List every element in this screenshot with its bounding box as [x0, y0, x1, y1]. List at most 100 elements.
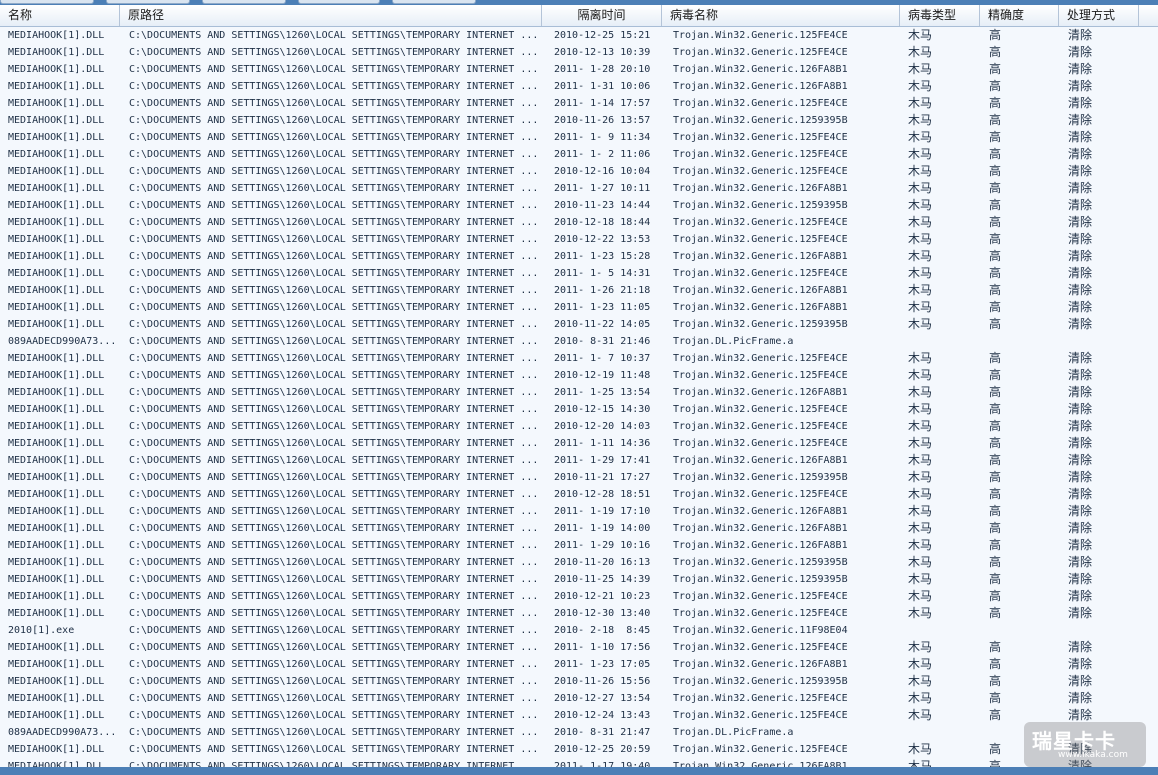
table-row[interactable]: MEDIAHOOK[1].DLL C:\DOCUMENTS AND SETTING…: [0, 605, 1158, 622]
cell-path: C:\DOCUMENTS AND SETTINGS\1260\LOCAL SET…: [129, 370, 539, 381]
cell-action: 清除: [1068, 589, 1093, 603]
table-row[interactable]: 089AADECD990A73... C:\DOCUMENTS AND SETTI…: [0, 333, 1158, 350]
cell-action: 清除: [1068, 198, 1093, 212]
cell-virus-name: Trojan.Win32.Generic.1259395B: [673, 200, 848, 211]
toolbar-button[interactable]: [202, 0, 286, 4]
table-row[interactable]: MEDIAHOOK[1].DLL C:\DOCUMENTS AND SETTING…: [0, 282, 1158, 299]
table-row[interactable]: MEDIAHOOK[1].DLL C:\DOCUMENTS AND SETTING…: [0, 27, 1158, 44]
table-row[interactable]: MEDIAHOOK[1].DLL C:\DOCUMENTS AND SETTING…: [0, 588, 1158, 605]
cell-name: MEDIAHOOK[1].DLL: [8, 438, 105, 449]
cell-name: MEDIAHOOK[1].DLL: [8, 234, 105, 245]
cell-time: 2011- 1-23 15:28: [554, 251, 651, 262]
cell-accuracy: 高: [989, 62, 1002, 76]
cell-accuracy: 高: [989, 147, 1002, 161]
table-row[interactable]: MEDIAHOOK[1].DLL C:\DOCUMENTS AND SETTING…: [0, 418, 1158, 435]
cell-virus-type: 木马: [908, 385, 933, 399]
column-header-type[interactable]: 病毒类型: [900, 5, 980, 26]
toolbar-button[interactable]: [392, 0, 476, 4]
table-row[interactable]: MEDIAHOOK[1].DLL C:\DOCUMENTS AND SETTING…: [0, 44, 1158, 61]
cell-path: C:\DOCUMENTS AND SETTINGS\1260\LOCAL SET…: [129, 166, 539, 177]
table-row[interactable]: MEDIAHOOK[1].DLL C:\DOCUMENTS AND SETTING…: [0, 367, 1158, 384]
cell-time: 2011- 1- 7 10:37: [554, 353, 651, 364]
table-row[interactable]: MEDIAHOOK[1].DLL C:\DOCUMENTS AND SETTING…: [0, 95, 1158, 112]
cell-time: 2011- 1-29 17:41: [554, 455, 651, 466]
cell-time: 2011- 1- 9 11:34: [554, 132, 651, 143]
cell-name: MEDIAHOOK[1].DLL: [8, 200, 105, 211]
cell-virus-type: 木马: [908, 317, 933, 331]
cell-accuracy: 高: [989, 572, 1002, 586]
table-row[interactable]: MEDIAHOOK[1].DLL C:\DOCUMENTS AND SETTING…: [0, 571, 1158, 588]
table-row[interactable]: MEDIAHOOK[1].DLL C:\DOCUMENTS AND SETTING…: [0, 146, 1158, 163]
table-row[interactable]: MEDIAHOOK[1].DLL C:\DOCUMENTS AND SETTING…: [0, 61, 1158, 78]
cell-path: C:\DOCUMENTS AND SETTINGS\1260\LOCAL SET…: [129, 251, 539, 262]
table-row[interactable]: MEDIAHOOK[1].DLL C:\DOCUMENTS AND SETTING…: [0, 741, 1158, 758]
cell-time: 2011- 1-28 20:10: [554, 64, 651, 75]
table-row[interactable]: MEDIAHOOK[1].DLL C:\DOCUMENTS AND SETTING…: [0, 316, 1158, 333]
table-row[interactable]: MEDIAHOOK[1].DLL C:\DOCUMENTS AND SETTING…: [0, 265, 1158, 282]
table-row[interactable]: MEDIAHOOK[1].DLL C:\DOCUMENTS AND SETTING…: [0, 214, 1158, 231]
table-row[interactable]: MEDIAHOOK[1].DLL C:\DOCUMENTS AND SETTING…: [0, 452, 1158, 469]
cell-name: 089AADECD990A73...: [8, 336, 117, 347]
cell-time: 2010-12-15 14:30: [554, 404, 651, 415]
table-row[interactable]: MEDIAHOOK[1].DLL C:\DOCUMENTS AND SETTING…: [0, 554, 1158, 571]
cell-path: C:\DOCUMENTS AND SETTINGS\1260\LOCAL SET…: [129, 455, 539, 466]
cell-virus-name: Trojan.DL.PicFrame.a: [673, 336, 794, 347]
table-row[interactable]: 2010[1].exe C:\DOCUMENTS AND SETTINGS\126…: [0, 622, 1158, 639]
cell-action: 清除: [1068, 555, 1093, 569]
column-header-action[interactable]: 处理方式: [1059, 5, 1139, 26]
cell-virus-type: 木马: [908, 436, 933, 450]
table-row[interactable]: MEDIAHOOK[1].DLL C:\DOCUMENTS AND SETTING…: [0, 384, 1158, 401]
table-row[interactable]: MEDIAHOOK[1].DLL C:\DOCUMENTS AND SETTING…: [0, 299, 1158, 316]
toolbar-button[interactable]: [0, 0, 94, 4]
cell-path: C:\DOCUMENTS AND SETTINGS\1260\LOCAL SET…: [129, 540, 539, 551]
table-row[interactable]: MEDIAHOOK[1].DLL C:\DOCUMENTS AND SETTING…: [0, 231, 1158, 248]
table-row[interactable]: MEDIAHOOK[1].DLL C:\DOCUMENTS AND SETTING…: [0, 673, 1158, 690]
toolbar-button[interactable]: [298, 0, 380, 4]
cell-name: MEDIAHOOK[1].DLL: [8, 659, 105, 670]
table-row[interactable]: MEDIAHOOK[1].DLL C:\DOCUMENTS AND SETTING…: [0, 248, 1158, 265]
column-header-name[interactable]: 名称: [0, 5, 120, 26]
column-header-time[interactable]: 隔离时间: [542, 5, 662, 26]
table-row[interactable]: 089AADECD990A73... C:\DOCUMENTS AND SETTI…: [0, 724, 1158, 741]
cell-path: C:\DOCUMENTS AND SETTINGS\1260\LOCAL SET…: [129, 557, 539, 568]
cell-virus-type: 木马: [908, 249, 933, 263]
table-row[interactable]: MEDIAHOOK[1].DLL C:\DOCUMENTS AND SETTING…: [0, 690, 1158, 707]
column-header-accuracy[interactable]: 精确度: [980, 5, 1059, 26]
table-row[interactable]: MEDIAHOOK[1].DLL C:\DOCUMENTS AND SETTING…: [0, 112, 1158, 129]
column-header-virus[interactable]: 病毒名称: [662, 5, 900, 26]
cell-time: 2011- 1-19 14:00: [554, 523, 651, 534]
cell-virus-type: [908, 622, 978, 639]
cell-time: 2010-11-26 15:56: [554, 676, 651, 687]
table-row[interactable]: MEDIAHOOK[1].DLL C:\DOCUMENTS AND SETTING…: [0, 758, 1158, 767]
table-row[interactable]: MEDIAHOOK[1].DLL C:\DOCUMENTS AND SETTING…: [0, 435, 1158, 452]
cell-accuracy: 高: [989, 691, 1002, 705]
table-row[interactable]: MEDIAHOOK[1].DLL C:\DOCUMENTS AND SETTING…: [0, 503, 1158, 520]
table-row[interactable]: MEDIAHOOK[1].DLL C:\DOCUMENTS AND SETTING…: [0, 537, 1158, 554]
table-row[interactable]: MEDIAHOOK[1].DLL C:\DOCUMENTS AND SETTING…: [0, 401, 1158, 418]
table-row[interactable]: MEDIAHOOK[1].DLL C:\DOCUMENTS AND SETTING…: [0, 350, 1158, 367]
cell-virus-type: 木马: [908, 113, 933, 127]
table-row[interactable]: MEDIAHOOK[1].DLL C:\DOCUMENTS AND SETTING…: [0, 520, 1158, 537]
column-header-path[interactable]: 原路径: [120, 5, 542, 26]
cell-time: 2010-12-25 20:59: [554, 744, 651, 755]
toolbar-button[interactable]: [106, 0, 190, 4]
table-row[interactable]: MEDIAHOOK[1].DLL C:\DOCUMENTS AND SETTING…: [0, 707, 1158, 724]
table-row[interactable]: MEDIAHOOK[1].DLL C:\DOCUMENTS AND SETTING…: [0, 163, 1158, 180]
table-row[interactable]: MEDIAHOOK[1].DLL C:\DOCUMENTS AND SETTING…: [0, 180, 1158, 197]
cell-accuracy: 高: [989, 657, 1002, 671]
table-row[interactable]: MEDIAHOOK[1].DLL C:\DOCUMENTS AND SETTING…: [0, 469, 1158, 486]
table-row[interactable]: MEDIAHOOK[1].DLL C:\DOCUMENTS AND SETTING…: [0, 129, 1158, 146]
cell-action: 清除: [1068, 572, 1093, 586]
table-row[interactable]: MEDIAHOOK[1].DLL C:\DOCUMENTS AND SETTING…: [0, 197, 1158, 214]
cell-accuracy: 高: [989, 436, 1002, 450]
cell-accuracy: 高: [989, 589, 1002, 603]
table-row[interactable]: MEDIAHOOK[1].DLL C:\DOCUMENTS AND SETTING…: [0, 656, 1158, 673]
cell-action: 清除: [1068, 130, 1093, 144]
table-row[interactable]: MEDIAHOOK[1].DLL C:\DOCUMENTS AND SETTING…: [0, 486, 1158, 503]
cell-path: C:\DOCUMENTS AND SETTINGS\1260\LOCAL SET…: [129, 132, 539, 143]
cell-time: 2010-11-23 14:44: [554, 200, 651, 211]
table-row[interactable]: MEDIAHOOK[1].DLL C:\DOCUMENTS AND SETTING…: [0, 78, 1158, 95]
cell-virus-type: 木马: [908, 147, 933, 161]
quarantine-list[interactable]: MEDIAHOOK[1].DLL C:\DOCUMENTS AND SETTING…: [0, 27, 1158, 767]
table-row[interactable]: MEDIAHOOK[1].DLL C:\DOCUMENTS AND SETTING…: [0, 639, 1158, 656]
